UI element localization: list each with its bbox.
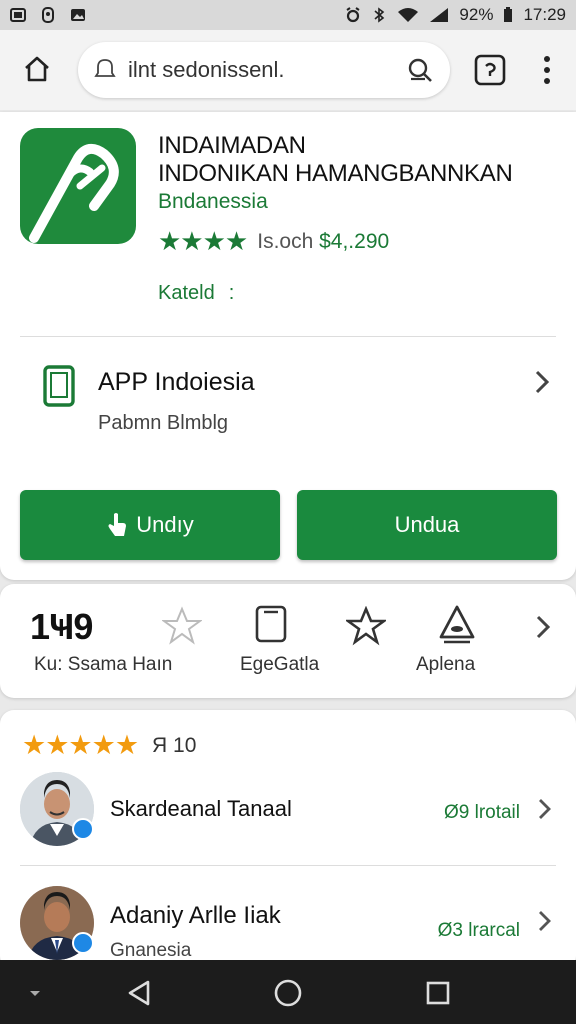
tab-switcher-icon — [474, 54, 506, 86]
voice-search-icon[interactable] — [406, 57, 434, 83]
star-icon — [346, 606, 386, 646]
home-circle-icon — [274, 979, 302, 1007]
chevron-right-icon — [535, 370, 550, 394]
divider — [20, 865, 556, 866]
category-value: : — [228, 282, 235, 304]
keyboard-hide-button[interactable] — [18, 976, 52, 1010]
verified-badge-icon — [72, 818, 94, 840]
app-title-line2: INDONIKAN HAMANGBANNKAN — [158, 160, 513, 187]
address-bar[interactable]: ilnt sedonissenl. — [78, 42, 450, 98]
back-button[interactable] — [122, 976, 156, 1010]
stat-value: 1Ҹ9 — [30, 606, 93, 647]
hand-pointer-icon — [108, 513, 127, 536]
install-button-label: Undua — [394, 512, 460, 537]
category[interactable]: Kateld: — [158, 282, 234, 305]
chevron-right-icon — [539, 911, 551, 931]
recents-button[interactable] — [421, 976, 455, 1010]
reviewer-name: Skardeanal Tanaal — [110, 796, 292, 821]
download-button[interactable]: Undıy — [20, 490, 280, 560]
browser-toolbar: ilnt sedonissenl. — [0, 30, 576, 110]
app-card: INDAIMADAN INDONIKAN HAMANGBANNKAN Bndan… — [0, 112, 576, 580]
category-label: Kateld — [158, 282, 215, 304]
reviewer-subtitle: Gnanesia — [110, 940, 192, 961]
warning-icon — [439, 605, 475, 644]
bluetooth-icon — [374, 7, 385, 23]
system-nav-bar — [0, 960, 576, 1024]
review-meta: Ø3 lrarcal — [437, 920, 520, 941]
chevron-right-icon — [539, 799, 551, 819]
back-icon — [128, 980, 150, 1006]
phone-icon — [43, 365, 75, 407]
stat-label-3: Aplena — [416, 654, 476, 675]
wifi-icon — [398, 8, 419, 22]
app-title-line1: INDAIMADAN — [158, 132, 306, 159]
star-outline-icon — [162, 606, 202, 645]
rating-stars: ★★★★ — [158, 226, 248, 256]
lock-notification-icon — [42, 7, 54, 23]
reviews-stars: ★★★★★ — [22, 730, 139, 760]
image-notification-icon — [71, 9, 85, 21]
status-bar: 92% 17:29 — [0, 0, 576, 30]
reviewer-name: Adaniy Arlle Iiak — [110, 902, 281, 929]
stat-label-1: Ku: Ssama Haın — [34, 654, 173, 675]
rating-row: ★★★★ Is.och $4,.290 — [158, 226, 389, 257]
install-button[interactable]: Undua — [297, 490, 557, 560]
search-icon — [94, 59, 116, 77]
stat-label-2: EgeGatla — [240, 654, 320, 675]
reviews-rating-value: Я 10 — [152, 733, 197, 757]
rating-value: $4,.290 — [319, 229, 390, 253]
battery-percent: 92% — [459, 5, 494, 24]
app-logo-graphic — [29, 143, 119, 243]
review-meta: Ø9 lrotail — [443, 802, 520, 823]
chevron-right-icon[interactable] — [532, 612, 554, 642]
stats-card: 1Ҹ9 Ku: Ssama Haın EgeGatla Aplena — [0, 584, 576, 698]
review-item[interactable]: Skardeanal Tanaal Ø9 lrotail — [20, 772, 556, 852]
more-vert-icon — [544, 56, 550, 84]
verified-badge-icon — [72, 932, 94, 954]
review-item[interactable]: Adaniy Arlle Iiak Gnanesia Ø3 lrarcal — [20, 886, 556, 966]
alarm-icon — [346, 7, 360, 23]
reviews-rating: ★★★★★ Я 10 — [22, 730, 196, 761]
app-info-row[interactable]: APP Indoiesia Pabmn Blmblg — [20, 352, 556, 462]
home-button[interactable] — [18, 50, 56, 88]
url-text[interactable]: ilnt sedonissenl. — [128, 57, 406, 83]
info-subtitle: Pabmn Blmblg — [98, 412, 229, 434]
rating-text: Is.och $4,.290 — [257, 230, 389, 254]
divider — [20, 336, 556, 337]
tab-switcher-button[interactable] — [472, 52, 508, 88]
info-title: APP Indoiesia — [98, 368, 255, 396]
status-system: 92% 17:29 — [345, 5, 566, 25]
screenshot-icon — [10, 8, 26, 22]
home-icon — [25, 56, 49, 82]
battery-icon — [504, 7, 513, 22]
signal-icon — [430, 8, 449, 22]
rating-label: Is.och — [257, 229, 314, 253]
developer-link[interactable]: Bndanessia — [158, 190, 268, 214]
status-notifications — [10, 7, 86, 23]
clock: 17:29 — [523, 5, 566, 24]
app-title: INDAIMADAN INDONIKAN HAMANGBANNKAN — [158, 132, 558, 188]
recents-icon — [426, 981, 450, 1005]
more-menu-button[interactable] — [530, 50, 564, 90]
download-button-label: Undıy — [136, 512, 194, 537]
keyboard-hide-icon — [30, 991, 40, 996]
phone-size-icon — [255, 605, 287, 643]
reviews-card: ★★★★★ Я 10 Skardeanal Tanaal Ø9 lrotail — [0, 710, 576, 970]
app-logo-icon — [20, 128, 136, 244]
home-nav-button[interactable] — [271, 976, 305, 1010]
